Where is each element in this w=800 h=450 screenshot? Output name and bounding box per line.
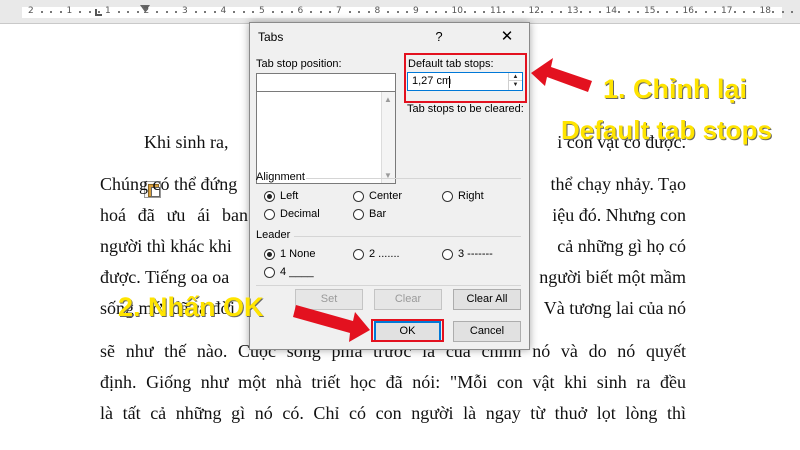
annotation-step2: 2. Nhấn OK	[118, 292, 264, 322]
arrow-to-ok-button	[293, 305, 370, 342]
annotation-step1-line2: Default tab stops	[561, 115, 772, 145]
annotation-step1-line1: 1. Chỉnh lại	[603, 74, 748, 104]
annotation-arrows	[293, 58, 592, 342]
arrow-to-default-tab-stops	[531, 58, 592, 92]
